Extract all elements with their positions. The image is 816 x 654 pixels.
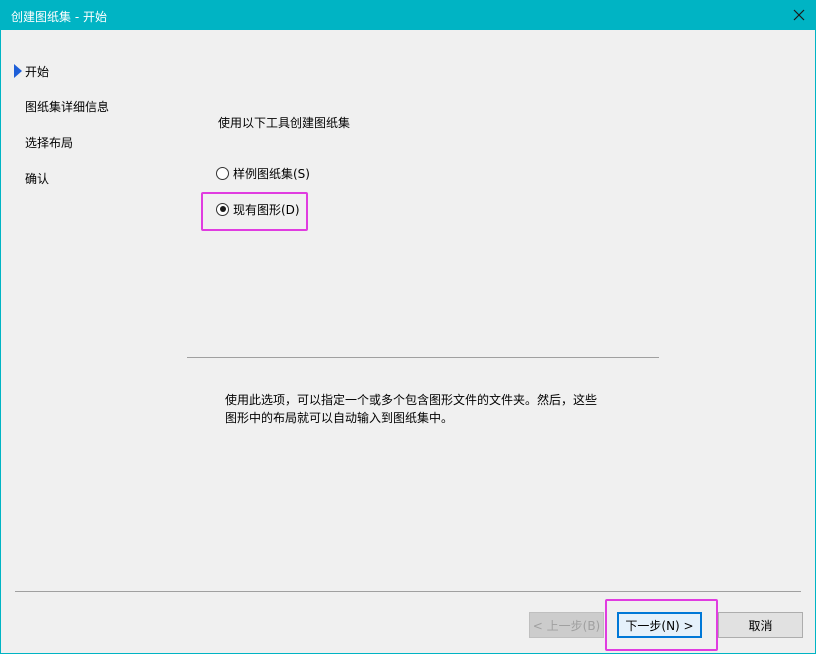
radio-existing-drawings[interactable]: 现有图形(D): [216, 201, 300, 217]
step-choose-layouts[interactable]: 选择布局: [25, 134, 73, 151]
option-description: 使用此选项，可以指定一个或多个包含图形文件的文件夹。然后，这些 图形中的布局就可…: [225, 391, 625, 427]
radio-example-sheet-set-label: 样例图纸集(S): [233, 166, 310, 181]
step-sheet-set-details[interactable]: 图纸集详细信息: [25, 98, 109, 115]
close-button[interactable]: [783, 1, 815, 30]
radio-button-unchecked[interactable]: [216, 166, 229, 180]
step-confirm[interactable]: 确认: [25, 170, 49, 187]
step-begin[interactable]: 开始: [25, 63, 49, 80]
back-button[interactable]: < 上一步(B): [529, 612, 604, 638]
close-icon: [793, 9, 805, 21]
title-bar: 创建图纸集 - 开始: [1, 1, 815, 30]
description-line-1: 使用此选项，可以指定一个或多个包含图形文件的文件夹。然后，这些: [225, 393, 598, 407]
description-line-2: 图形中的布局就可以自动输入到图纸集中。: [225, 411, 454, 425]
divider-footer: [15, 591, 801, 592]
divider-middle: [187, 357, 659, 358]
radio-example-sheet-set[interactable]: 样例图纸集(S): [216, 165, 310, 181]
next-button[interactable]: 下一步(N) >: [617, 612, 702, 638]
triangle-right-icon: [14, 64, 22, 78]
radio-button-checked[interactable]: [216, 202, 229, 216]
cancel-button[interactable]: 取消: [718, 612, 803, 638]
instruction-text: 使用以下工具创建图纸集: [218, 116, 351, 130]
radio-existing-drawings-label: 现有图形(D): [233, 202, 300, 217]
window-title: 创建图纸集 - 开始: [11, 10, 107, 24]
create-sheet-set-dialog: 创建图纸集 - 开始 开始 图纸集详细信息 选择布局 确认 使用以下工具创建图纸…: [0, 0, 816, 654]
